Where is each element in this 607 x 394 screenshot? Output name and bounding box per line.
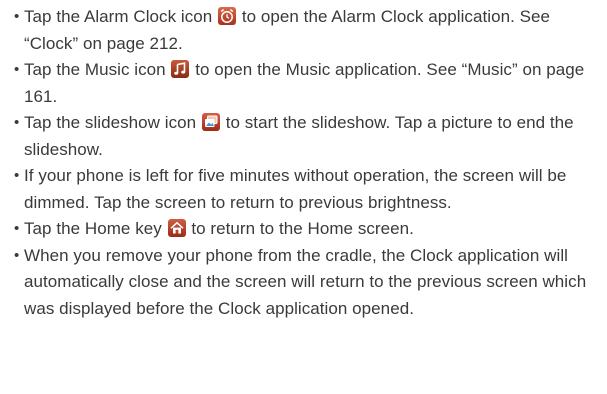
list-item: If your phone is left for five minutes w…: [14, 163, 597, 216]
instruction-list: Tap the Alarm Clock icon to open the Ala…: [14, 4, 597, 322]
item-text: If your phone is left for five minutes w…: [24, 166, 567, 212]
item-text: When you remove your phone from the crad…: [24, 245, 587, 318]
item-text-before: Tap the Music icon: [24, 60, 171, 79]
list-item: When you remove your phone from the crad…: [14, 243, 597, 323]
item-text-after: to return to the Home screen.: [186, 219, 414, 238]
item-text-before: Tap the Home key: [24, 219, 167, 238]
music-icon: [171, 60, 190, 78]
alarm-clock-icon: [218, 7, 237, 25]
list-item: Tap the slideshow icon to start the slid…: [14, 110, 597, 163]
list-item: Tap the Alarm Clock icon to open the Ala…: [14, 4, 597, 57]
manual-page: Tap the Alarm Clock icon to open the Ala…: [0, 0, 607, 394]
list-item: Tap the Music icon to open the Music app…: [14, 57, 597, 110]
item-text-before: Tap the Alarm Clock icon: [24, 7, 218, 26]
list-item: Tap the Home key to return to the Home s…: [14, 216, 597, 243]
home-key-icon: [167, 219, 186, 237]
item-text-before: Tap the slideshow icon: [24, 113, 201, 132]
slideshow-icon: [201, 113, 220, 131]
